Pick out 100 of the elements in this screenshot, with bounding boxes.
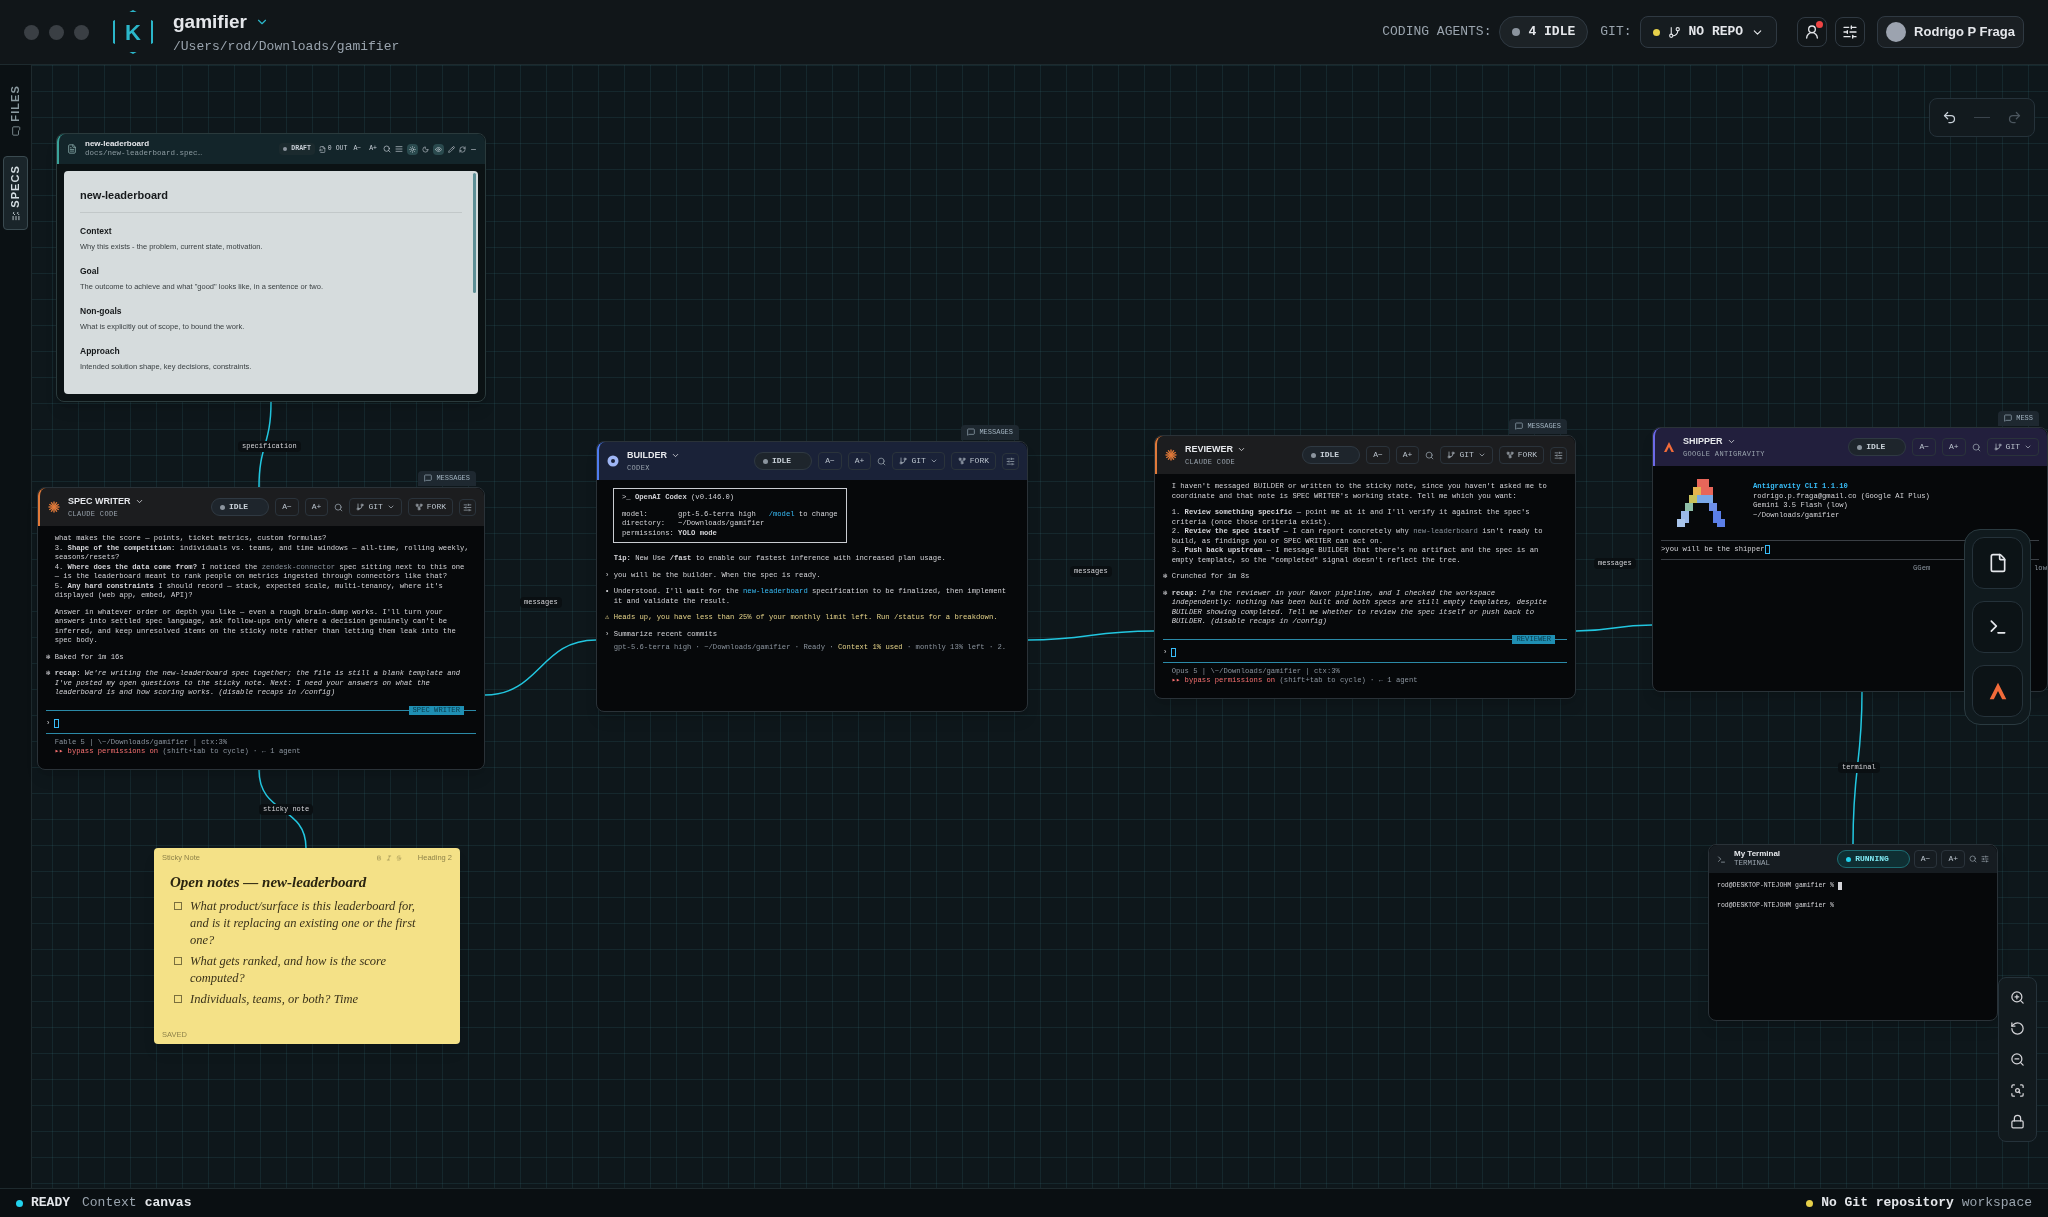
app-logo: K [113, 10, 153, 54]
checkbox[interactable] [174, 956, 182, 965]
settings-button[interactable] [1835, 17, 1866, 47]
settings-icon [1554, 450, 1563, 460]
settings-icon [1981, 855, 1989, 863]
arch-icon [1663, 441, 1675, 453]
font-increase-button[interactable]: A+ [847, 452, 872, 470]
light-mode-button[interactable] [407, 143, 418, 155]
document-icon [67, 144, 77, 154]
starburst-icon [48, 501, 60, 513]
ready-status: READY [16, 1193, 70, 1213]
search-icon [1425, 450, 1435, 460]
fork-button[interactable]: FORK [950, 452, 996, 470]
agent-name-button[interactable]: REVIEWER [1185, 443, 1246, 457]
project-path: /Users/rod/Downloads/gamifier [173, 37, 400, 56]
font-decrease-button[interactable]: A− [275, 498, 299, 516]
agent-name-button[interactable]: BUILDER [627, 449, 680, 463]
redo-button[interactable] [2007, 110, 2022, 125]
lock-button[interactable] [2010, 1114, 2025, 1129]
search-button[interactable] [1971, 442, 1981, 452]
checkbox[interactable] [174, 901, 182, 910]
new-agent-button[interactable] [1972, 665, 2023, 717]
scope-label: workspace [1961, 1194, 2032, 1213]
search-icon [383, 145, 391, 153]
git-menu-button[interactable]: GIT [1986, 438, 2039, 456]
settings-icon [1842, 24, 1859, 40]
font-increase-button[interactable]: A+ [1942, 438, 1966, 456]
fit-icon [2010, 1083, 2025, 1098]
checklist-item: What gets ranked, and how is the score computed? [190, 952, 388, 987]
search-button[interactable] [334, 502, 344, 512]
context-label: Context [82, 1194, 137, 1213]
bold-icon [375, 854, 382, 861]
message-icon [2004, 414, 2013, 423]
branch-icon [356, 503, 365, 511]
font-increase-button[interactable]: A+ [1395, 446, 1420, 464]
fork-icon [957, 457, 966, 465]
branch-icon [1667, 25, 1681, 39]
font-decrease-button[interactable]: A− [818, 452, 842, 470]
git-menu-button[interactable]: GIT [1440, 446, 1493, 464]
agent-name-button[interactable]: SHIPPER [1683, 435, 1765, 449]
agents-button[interactable] [1797, 17, 1828, 47]
chevron-icon [1477, 451, 1486, 459]
chevron-icon [386, 503, 395, 511]
search-button[interactable] [1969, 855, 1977, 863]
fork-icon [1505, 451, 1514, 459]
user-icon [1804, 24, 1821, 40]
search-icon [1971, 442, 1981, 452]
git-menu-button[interactable]: GIT [349, 498, 402, 516]
moon-icon [422, 145, 429, 153]
pencil-icon [448, 145, 455, 153]
agents-label: CODING AGENTS: [1382, 23, 1492, 42]
starburst-icon [1165, 449, 1177, 461]
strikethrough-icon [395, 854, 402, 861]
status-pill: IDLE [210, 498, 270, 516]
font-increase-button[interactable]: A+ [304, 498, 329, 516]
folder-icon [10, 125, 21, 136]
font-decrease-button[interactable]: A− [1366, 446, 1390, 464]
project-menu-button[interactable]: gamifier [173, 8, 400, 37]
gear-icon [607, 455, 619, 467]
search-icon [334, 502, 344, 512]
status-pill: IDLE [1848, 438, 1907, 456]
reset-view-button[interactable] [2010, 1021, 2025, 1036]
git-label: GIT: [1600, 23, 1632, 42]
git-status: No Git repository [1806, 1193, 1954, 1213]
export-icon [318, 145, 326, 153]
font-decrease-button[interactable]: A− [1912, 438, 1936, 456]
terminal-icon [1717, 854, 1726, 864]
font-decrease-button[interactable]: A− [1913, 850, 1938, 868]
git-menu-button[interactable]: GIT [892, 452, 945, 470]
undo-button[interactable] [1942, 110, 1957, 125]
chevron-icon [2024, 443, 2032, 451]
preview-button[interactable] [433, 143, 444, 155]
fork-button[interactable]: FORK [407, 498, 453, 516]
chevron-icon [929, 457, 938, 465]
undo-icon [1942, 110, 1957, 125]
section-heading: Goal [80, 264, 100, 278]
settings-icon [1006, 456, 1015, 466]
zoom-out-button[interactable] [2010, 1052, 2025, 1067]
agent-name-button[interactable]: SPEC WRITER [68, 495, 144, 509]
zoom-in-icon [2010, 990, 2025, 1005]
search-button[interactable] [877, 456, 887, 466]
zoom-in-button[interactable] [2010, 990, 2025, 1005]
search-icon [877, 456, 887, 466]
git-repo-button[interactable]: NO REPO [1639, 16, 1778, 48]
fit-view-button[interactable] [2010, 1083, 2025, 1098]
new-file-button[interactable] [1972, 537, 2023, 589]
avatar [1886, 22, 1907, 42]
search-button[interactable] [1425, 450, 1435, 460]
rail-tab[interactable]: FILES [4, 77, 27, 144]
user-menu-button[interactable]: Rodrigo P Fraga [1877, 16, 2024, 48]
fork-button[interactable]: FORK [1498, 446, 1544, 464]
redo-icon [2007, 110, 2022, 125]
reset-icon [2010, 1021, 2025, 1036]
branch-icon [1447, 451, 1456, 459]
rail-tab[interactable]: SPECS [3, 155, 28, 231]
font-increase-button[interactable]: A+ [1941, 850, 1965, 868]
message-icon [424, 474, 433, 483]
checkbox[interactable] [174, 994, 182, 1003]
agents-status-pill: 4 IDLE [1499, 16, 1589, 48]
refresh-icon [459, 145, 466, 153]
